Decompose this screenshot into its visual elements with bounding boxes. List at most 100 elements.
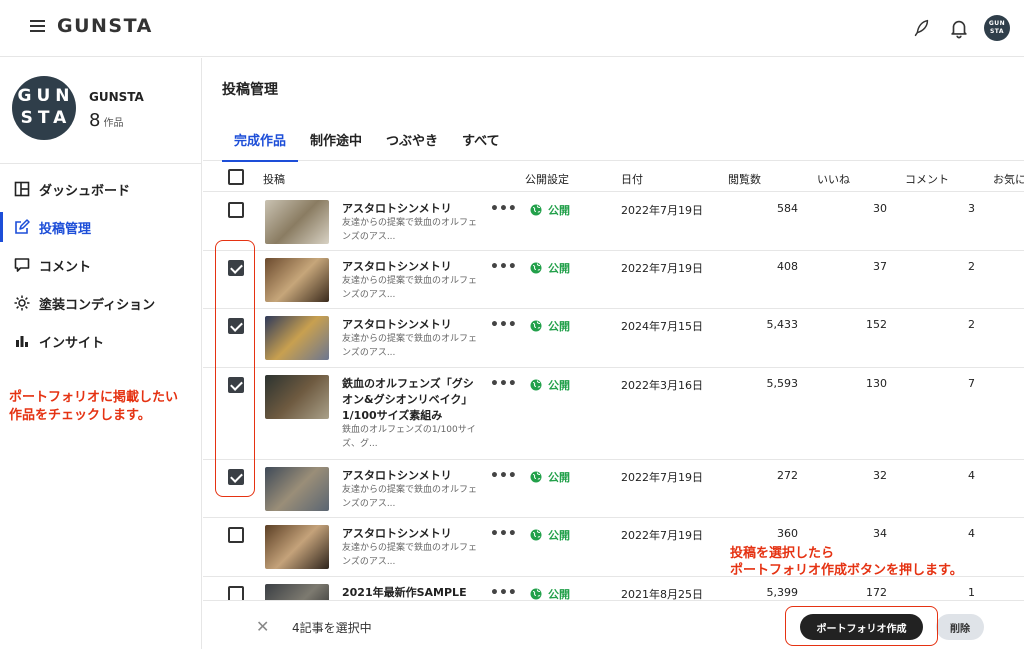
selected-count-text: 4記事を選択中 (292, 621, 372, 635)
avatar-text-line1: GUN (988, 20, 1006, 27)
table-row[interactable]: アスタロトシンメトリ 友達からの提案で鉄血のオルフェンズのアス... ••• 公… (203, 460, 1024, 518)
view-count: 360 (777, 527, 798, 540)
annotation-left-text: ポートフォリオに掲載したい 作品をチェックします。 (9, 390, 179, 423)
globe-icon (530, 262, 542, 274)
globe-icon (530, 204, 542, 216)
sidebar-item-post-management[interactable]: 投稿管理 (0, 212, 200, 242)
close-selection-icon[interactable]: ✕ (256, 617, 269, 636)
sidebar-item-label: ダッシュボード (39, 183, 131, 199)
sidebar: GUN STA GUNSTA 8 作品 ダッシュボード 投稿管理 コメント 塗装コン… (0, 58, 202, 649)
more-options-icon[interactable]: ••• (490, 376, 517, 392)
post-title[interactable]: 鉄血のオルフェンズ「グシオン&グシオンリベイク」1/100サイズ素組み (342, 376, 478, 424)
delete-button[interactable]: 削除 (936, 614, 984, 640)
post-title[interactable]: 2021年最新作SAMPLE (342, 585, 478, 601)
more-options-icon[interactable]: ••• (490, 201, 517, 217)
user-avatar[interactable]: GUN STA (984, 15, 1010, 41)
post-date: 2022年7月19日 (621, 204, 703, 217)
like-count: 152 (866, 318, 887, 331)
work-count-value: 8 (89, 110, 101, 131)
visibility-status[interactable]: 公開 (530, 318, 570, 334)
more-options-icon[interactable]: ••• (490, 317, 517, 333)
post-thumbnail[interactable] (265, 525, 329, 569)
visibility-label: 公開 (548, 471, 570, 484)
top-bar: GUNSTA GUN STA (0, 0, 1024, 57)
post-description: 友達からの提案で鉄血のオルフェンズのアス... (342, 218, 478, 242)
post-description: 友達からの提案で鉄血のオルフェンズのアス... (342, 334, 478, 358)
post-title[interactable]: アスタロトシンメトリ (342, 201, 478, 217)
column-comments: コメント (905, 173, 949, 186)
more-options-icon[interactable]: ••• (490, 259, 517, 275)
table-row[interactable]: アスタロトシンメトリ 友達からの提案で鉄血のオルフェンズのアス... ••• 公… (203, 251, 1024, 309)
like-count: 30 (873, 202, 887, 215)
post-description: 鉄血のオルフェンズの1/100サイズ、グ... (342, 425, 476, 449)
dashboard-icon (14, 181, 30, 197)
row-checkbox[interactable] (228, 527, 244, 543)
post-date: 2022年3月16日 (621, 379, 703, 392)
post-title[interactable]: アスタロトシンメトリ (342, 526, 478, 542)
menu-icon[interactable] (30, 20, 45, 32)
app-logo[interactable]: GUNSTA (57, 15, 153, 37)
table-row[interactable]: アスタロトシンメトリ 友達からの提案で鉄血のオルフェンズのアス... ••• 公… (203, 309, 1024, 368)
column-views: 閲覧数 (728, 173, 761, 186)
tab-in-progress[interactable]: 制作途中 (310, 130, 362, 149)
post-thumbnail[interactable] (265, 375, 329, 419)
sidebar-item-paint-condition[interactable]: 塗装コンディション (0, 288, 200, 318)
like-count: 130 (866, 377, 887, 390)
visibility-status[interactable]: 公開 (530, 377, 570, 393)
profile-work-count: 8 作品 (89, 110, 123, 131)
visibility-label: 公開 (548, 262, 570, 275)
tab-completed[interactable]: 完成作品 (234, 130, 286, 149)
post-date: 2024年7月15日 (621, 320, 703, 333)
post-title[interactable]: アスタロトシンメトリ (342, 468, 478, 484)
bell-icon[interactable] (948, 17, 970, 39)
row-checkbox[interactable] (228, 202, 244, 218)
feather-icon[interactable] (910, 17, 932, 39)
more-options-icon[interactable]: ••• (490, 468, 517, 484)
column-likes: いいね (817, 173, 850, 186)
post-thumbnail[interactable] (265, 258, 329, 302)
table-row[interactable]: アスタロトシンメトリ 友達からの提案で鉄血のオルフェンズのアス... ••• 公… (203, 193, 1024, 251)
sidebar-divider (0, 163, 201, 164)
tab-tweets[interactable]: つぶやき (386, 130, 438, 149)
globe-icon (530, 320, 542, 332)
visibility-status[interactable]: 公開 (530, 527, 570, 543)
more-options-icon[interactable]: ••• (490, 526, 517, 542)
post-description: 友達からの提案で鉄血のオルフェンズのアス... (342, 276, 478, 300)
post-description: 友達からの提案で鉄血のオルフェンズのアス... (342, 485, 478, 509)
visibility-label: 公開 (548, 379, 570, 392)
post-thumbnail[interactable] (265, 200, 329, 244)
view-count: 5,593 (766, 377, 799, 390)
post-title[interactable]: アスタロトシンメトリ (342, 259, 478, 275)
sidebar-item-label: インサイト (39, 335, 105, 351)
visibility-status[interactable]: 公開 (530, 202, 570, 218)
tab-all[interactable]: すべて (462, 130, 500, 149)
like-count: 32 (873, 469, 887, 482)
view-count: 584 (777, 202, 798, 215)
profile-avatar-line1: GUN (17, 86, 75, 106)
table-row[interactable]: 2021年最新作SAMPLE ••• 公開 2021年8月25日 5,399 1… (203, 577, 1024, 628)
post-thumbnail[interactable] (265, 316, 329, 360)
sidebar-item-insight[interactable]: インサイト (0, 326, 200, 356)
comment-count: 4 (968, 469, 975, 482)
table-row[interactable]: 鉄血のオルフェンズ「グシオン&グシオンリベイク」1/100サイズ素組み 鉄血のオ… (203, 368, 1024, 460)
table-header: 投稿 公開設定 日付 閲覧数 いいね コメント お気に (203, 162, 1024, 192)
sidebar-item-comment[interactable]: コメント (0, 250, 200, 280)
profile-avatar-line2: STA (20, 108, 72, 128)
globe-icon (530, 471, 542, 483)
visibility-label: 公開 (548, 529, 570, 542)
post-date: 2022年7月19日 (621, 529, 703, 542)
visibility-status[interactable]: 公開 (530, 260, 570, 276)
post-date: 2022年7月19日 (621, 471, 703, 484)
work-count-unit: 作品 (103, 118, 124, 129)
more-options-icon[interactable]: ••• (490, 585, 517, 601)
post-date: 2022年7月19日 (621, 262, 703, 275)
sidebar-item-dashboard[interactable]: ダッシュボード (0, 174, 200, 204)
view-count: 272 (777, 469, 798, 482)
globe-icon (530, 529, 542, 541)
post-thumbnail[interactable] (265, 467, 329, 511)
visibility-status[interactable]: 公開 (530, 469, 570, 485)
post-title[interactable]: アスタロトシンメトリ (342, 317, 478, 333)
like-count: 172 (866, 586, 887, 599)
comment-count: 4 (968, 527, 975, 540)
select-all-checkbox[interactable] (228, 169, 244, 185)
